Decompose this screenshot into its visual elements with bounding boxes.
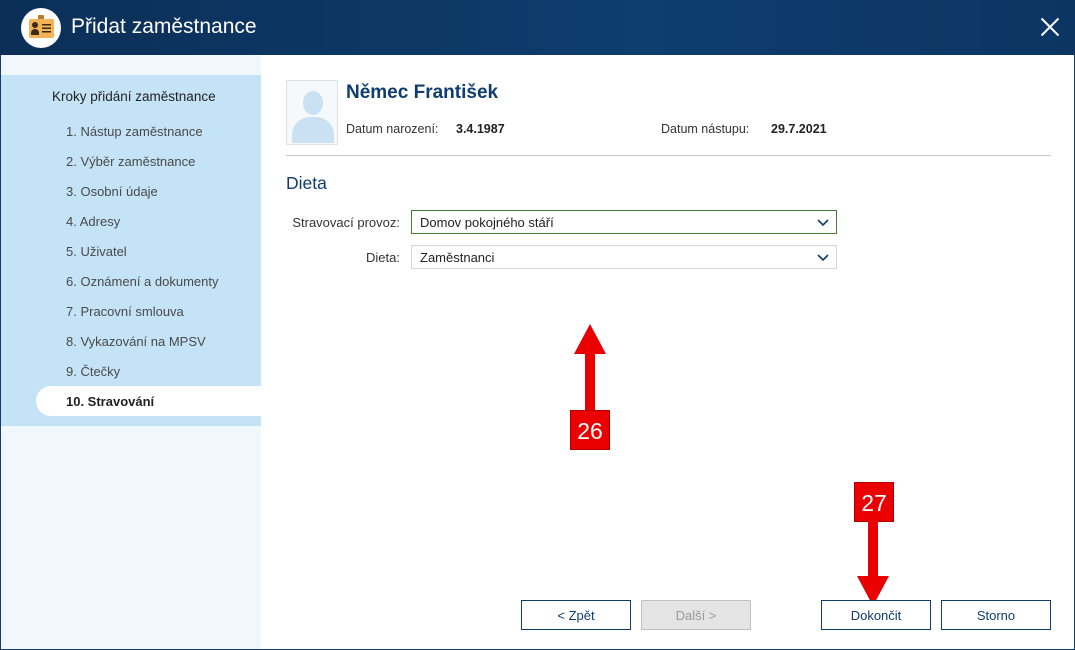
close-icon[interactable] — [1036, 12, 1064, 42]
employee-card-icon — [21, 8, 61, 48]
title-bar: Přidat zaměstnance — [0, 0, 1075, 55]
window-title: Přidat zaměstnance — [71, 15, 257, 38]
window-frame — [0, 55, 1075, 650]
